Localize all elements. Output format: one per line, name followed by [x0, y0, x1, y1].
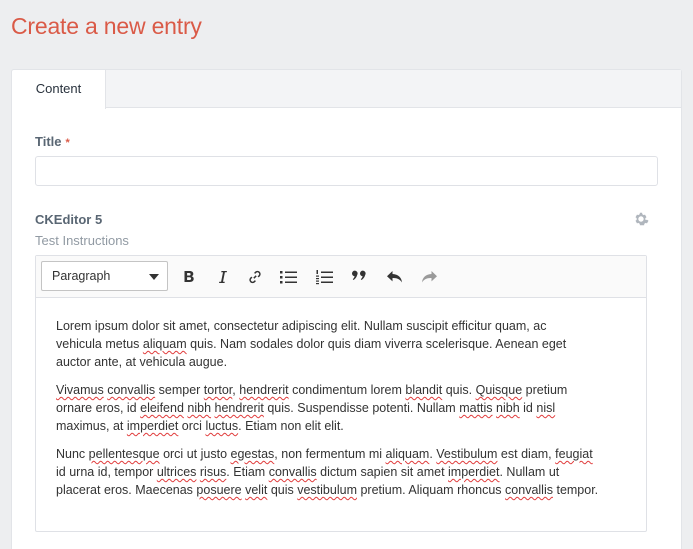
page-title: Create a new entry	[11, 13, 202, 39]
editor-line: placerat eros. Maecenas posuere velit qu…	[56, 483, 599, 497]
misspelled-word[interactable]: Quisque	[476, 383, 523, 397]
editor-paragraph: Nunc pellentesque orci ut justo egestas,…	[56, 445, 636, 499]
italic-icon[interactable]	[211, 265, 235, 289]
editor-line: ornare eros, id eleifend nibh hendrerit …	[56, 401, 556, 415]
gear-icon[interactable]	[633, 211, 649, 227]
editor-line: Lorem ipsum dolor sit amet, consectetur …	[56, 319, 547, 333]
editor-line: id urna id, tempor ultrices risus. Etiam…	[56, 465, 560, 479]
misspelled-word[interactable]: velit	[245, 483, 267, 497]
misspelled-word[interactable]: blandit	[405, 383, 442, 397]
editor-toolbar: Paragraph	[36, 256, 646, 298]
title-input[interactable]	[35, 156, 658, 186]
numbered-list-icon[interactable]	[313, 265, 337, 289]
blockquote-icon[interactable]	[347, 265, 371, 289]
misspelled-word[interactable]: risus	[200, 465, 226, 479]
misspelled-word[interactable]: imperdiet	[127, 419, 178, 433]
misspelled-word[interactable]: feugiat	[555, 447, 593, 461]
undo-icon[interactable]	[383, 265, 407, 289]
tab-bar: Content	[11, 69, 681, 109]
title-label-text: Title	[35, 134, 62, 149]
misspelled-word[interactable]: nisl	[536, 401, 555, 415]
entry-form-card: Content Title * CKEditor 5 Test Instructi…	[11, 69, 682, 549]
misspelled-word[interactable]: mattis	[459, 401, 492, 415]
editor-paragraph: Vivamus convallis semper tortor, hendrer…	[56, 381, 636, 435]
chevron-down-icon	[149, 274, 159, 280]
misspelled-word[interactable]: luctus	[205, 419, 238, 433]
misspelled-word[interactable]: tortor	[204, 383, 233, 397]
redo-icon[interactable]	[417, 265, 441, 289]
misspelled-word[interactable]: pellentesque	[89, 447, 160, 461]
rich-text-editor: Paragraph Lorem ipsum dolor sit amet, co…	[35, 255, 647, 532]
misspelled-word[interactable]: aliquam	[386, 447, 430, 461]
misspelled-word[interactable]: convallis	[269, 465, 317, 479]
misspelled-word[interactable]: convallis	[505, 483, 553, 497]
link-icon[interactable]	[243, 265, 267, 289]
tab-content[interactable]: Content	[11, 69, 106, 109]
field-instructions: Test Instructions	[35, 233, 129, 248]
misspelled-word[interactable]: ultrices	[157, 465, 197, 479]
editor-line: Nunc pellentesque orci ut justo egestas,…	[56, 447, 593, 461]
required-indicator: *	[65, 136, 70, 149]
misspelled-word[interactable]: Vestibulum	[436, 447, 497, 461]
editor-paragraph: Lorem ipsum dolor sit amet, consectetur …	[56, 317, 636, 371]
heading-dropdown[interactable]: Paragraph	[41, 261, 168, 291]
misspelled-word[interactable]: convallis	[107, 383, 155, 397]
bold-icon[interactable]	[177, 265, 201, 289]
misspelled-word[interactable]: egestas	[231, 447, 275, 461]
title-field-label: Title *	[35, 134, 70, 149]
misspelled-word[interactable]: imperdiet	[448, 465, 499, 479]
misspelled-word[interactable]: nibh	[496, 401, 520, 415]
editor-line: maximus, at imperdiet orci luctus. Etiam…	[56, 419, 344, 433]
editor-line: vehicula metus aliquam quis. Nam sodales…	[56, 337, 567, 351]
misspelled-word[interactable]: eleifend	[140, 401, 184, 415]
editor-content-area[interactable]: Lorem ipsum dolor sit amet, consectetur …	[56, 317, 636, 509]
misspelled-word[interactable]: aliquam	[143, 337, 187, 351]
misspelled-word[interactable]: posuere	[196, 483, 241, 497]
misspelled-word[interactable]: hendrerit	[215, 401, 264, 415]
ckeditor-field-label: CKEditor 5	[35, 212, 103, 227]
misspelled-word[interactable]: vestibulum	[297, 483, 357, 497]
misspelled-word[interactable]: nibh	[187, 401, 211, 415]
editor-line: auctor ante, at vehicula augue.	[56, 355, 228, 369]
editor-line: Vivamus convallis semper tortor, hendrer…	[56, 383, 568, 397]
misspelled-word[interactable]: hendrerit	[239, 383, 288, 397]
bulleted-list-icon[interactable]	[277, 265, 301, 289]
misspelled-word[interactable]: Vivamus	[56, 383, 104, 397]
heading-dropdown-value: Paragraph	[52, 269, 111, 283]
